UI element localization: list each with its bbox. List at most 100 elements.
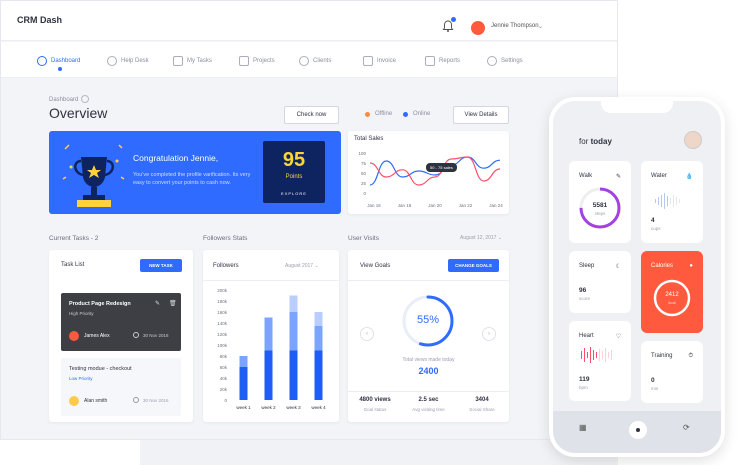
- edit-icon[interactable]: ✎: [155, 300, 160, 307]
- invoice-icon: [363, 56, 373, 66]
- current-tasks-title: Current Tasks - 2: [49, 235, 99, 242]
- y-tick-label: 20k: [220, 387, 228, 392]
- chevron-down-icon: ⌄: [314, 263, 319, 269]
- y-tick-label: 75: [361, 161, 367, 166]
- task-date: 30 Nov 2016: [143, 333, 169, 338]
- x-tick-label: week 2: [261, 405, 276, 410]
- x-tick-label: Jan 24: [489, 203, 503, 208]
- followers-month-select[interactable]: August 2017 ⌄: [285, 263, 319, 269]
- phone-mockup: for today Walk ✎ 5581 steps Water 💧 4 cu…: [549, 97, 725, 457]
- followers-bar: [289, 312, 298, 351]
- calories-value: 2412: [665, 292, 679, 298]
- water-unit: cups: [651, 226, 661, 231]
- followers-chart: 0 20k 40k 60k 80k 100k 120k 140k 160k 180k 200k wee…: [217, 288, 326, 410]
- tasks-icon: [173, 56, 183, 66]
- phone-title: for today: [579, 137, 612, 146]
- followers-card: Followers August 2017 ⌄ 0 20k 40k 60k 80k 100…: [203, 250, 339, 422]
- sleep-tile[interactable]: Sleep ☾ 96 score: [569, 251, 631, 313]
- nav-dashboard[interactable]: Dashboard: [37, 54, 80, 68]
- chevron-left-icon[interactable]: ‹: [360, 327, 374, 341]
- congrats-title: Congratulation Jennie,: [133, 153, 219, 163]
- chevron-right-icon[interactable]: ›: [482, 327, 496, 341]
- points-card[interactable]: 95 Points EXPLORE: [263, 141, 325, 203]
- y-tick-label: 100: [358, 151, 366, 156]
- offline-dot: [365, 111, 370, 117]
- walk-tile[interactable]: Walk ✎ 5581 steps: [569, 161, 631, 243]
- user-name[interactable]: Jennie Thompson: [491, 23, 539, 29]
- nav-settings[interactable]: Settings: [487, 54, 523, 68]
- water-label: Water: [651, 173, 667, 179]
- divider: [203, 280, 339, 281]
- explore-link[interactable]: EXPLORE: [263, 191, 325, 196]
- check-now-button[interactable]: Check now: [284, 106, 339, 124]
- view-details-button[interactable]: View Details: [453, 106, 509, 124]
- dashboard-window: CRM Dash Jennie Thompson ⌄ Dashboard Hel…: [0, 0, 618, 440]
- avatar[interactable]: [684, 131, 702, 149]
- y-tick-label: 200k: [217, 288, 228, 293]
- followers-bar: [289, 350, 298, 400]
- stat-label: Avg visiting time: [412, 407, 445, 412]
- new-task-button[interactable]: NEW TASK: [140, 259, 182, 272]
- nav-reports[interactable]: Reports: [425, 54, 460, 68]
- water-value: 4: [651, 217, 655, 224]
- task-title: Testing modue - checkout: [69, 366, 132, 372]
- y-tick-label: 120k: [217, 332, 228, 337]
- followers-bar: [289, 295, 298, 312]
- calories-tile[interactable]: Calories ● 2412 kcal: [641, 251, 703, 333]
- reports-icon: [425, 56, 435, 66]
- notification-dot: [451, 17, 456, 22]
- avatar[interactable]: [471, 21, 485, 35]
- top-bar: CRM Dash Jennie Thompson ⌄: [1, 1, 617, 41]
- stat-label: Social Share: [469, 407, 495, 412]
- moon-icon: ☾: [615, 264, 621, 270]
- y-tick-label: 40k: [220, 376, 228, 381]
- task-assignee: Alan smith: [84, 398, 108, 404]
- sleep-label: Sleep: [579, 263, 595, 269]
- task-card[interactable]: Testing modue - checkout Low Priority Al…: [61, 358, 181, 416]
- y-tick-label: 80k: [220, 354, 228, 359]
- nav-help-desk[interactable]: Help Desk: [107, 54, 149, 68]
- task-priority: Low Priority: [69, 376, 93, 381]
- online-dot: [403, 111, 408, 117]
- nav-clients[interactable]: Clients: [299, 54, 331, 68]
- congrats-banner: Congratulation Jennie, You've completed …: [49, 131, 341, 214]
- change-goals-button[interactable]: CHANGE GOALS: [448, 259, 499, 272]
- water-tile[interactable]: Water 💧 4 cups: [641, 161, 703, 243]
- training-value: 0: [651, 377, 655, 384]
- page-title: Overview: [49, 105, 108, 121]
- followers-stats-title: Followers Stats: [203, 235, 248, 242]
- heart-value: 119: [579, 376, 590, 383]
- x-tick-label: week 1: [236, 405, 251, 410]
- chevron-down-icon[interactable]: ⌄: [538, 23, 543, 30]
- breadcrumb[interactable]: Dashboard: [49, 97, 78, 103]
- nav-my-tasks[interactable]: My Tasks: [173, 54, 212, 68]
- calories-ring: [653, 279, 691, 317]
- grid-icon[interactable]: ▦: [579, 423, 587, 432]
- trash-icon[interactable]: 🗑: [169, 300, 177, 307]
- x-tick-label: Jan 18: [398, 203, 412, 208]
- water-drop-icon: 💧: [685, 174, 693, 180]
- total-views-label: Total views made today: [402, 357, 455, 363]
- task-card[interactable]: Product Page Redesign High Priority ✎ 🗑 …: [61, 293, 181, 351]
- sync-icon[interactable]: ⟳: [683, 423, 690, 432]
- divider: [348, 280, 509, 281]
- nav-projects[interactable]: Projects: [239, 54, 275, 68]
- nav-invoice[interactable]: Invoice: [363, 54, 396, 68]
- user-visits-date[interactable]: August 12, 2017 ⌄: [460, 235, 502, 241]
- home-dot-icon: [636, 428, 640, 432]
- y-tick-label: 0: [224, 398, 227, 403]
- followers-bar: [314, 312, 323, 326]
- heart-label: Heart: [579, 333, 594, 339]
- view-goals-title: View Goals: [360, 263, 391, 269]
- y-tick-label: 50: [361, 171, 367, 176]
- followers-bar: [264, 350, 273, 400]
- home-button[interactable]: [629, 421, 647, 439]
- calories-unit: kcal: [668, 300, 676, 305]
- training-tile[interactable]: Training ⏱ 0 min: [641, 341, 703, 403]
- heart-tile[interactable]: Heart ♡ 119 bpm: [569, 321, 631, 401]
- y-tick-label: 140k: [217, 321, 228, 326]
- walk-unit: steps: [594, 211, 606, 216]
- info-icon: [81, 95, 89, 103]
- points-value: 95: [282, 149, 306, 171]
- stat-value: 3404: [475, 397, 489, 403]
